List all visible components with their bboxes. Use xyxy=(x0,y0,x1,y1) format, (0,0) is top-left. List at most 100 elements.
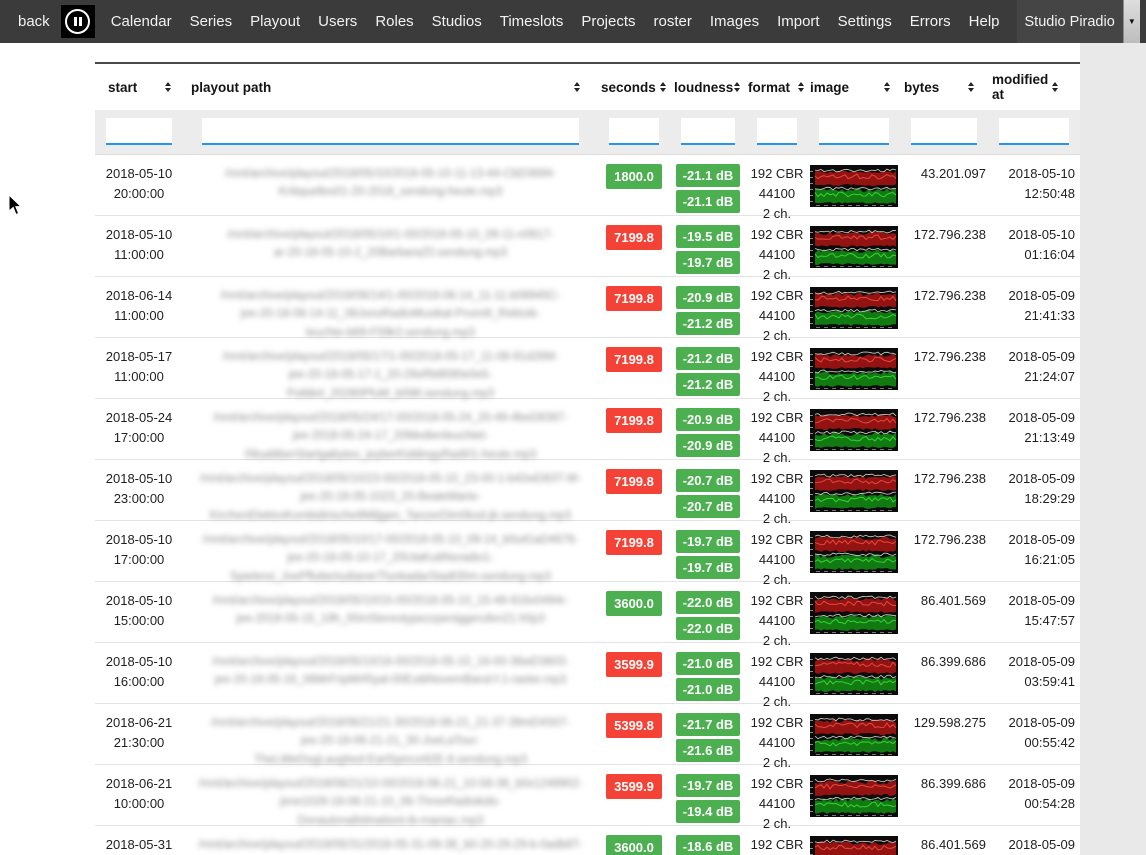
column-header-path[interactable]: playout path xyxy=(183,80,598,95)
playout-path-cell: /mnt/archive/playout/2018/05/24/17-00/20… xyxy=(183,408,598,459)
filter-input-seconds[interactable] xyxy=(609,118,659,145)
column-header-seconds[interactable]: seconds xyxy=(598,80,670,95)
table-row: 2018-05-1711:00:00/mnt/archive/playout/2… xyxy=(95,338,1080,399)
nav-item-users[interactable]: Users xyxy=(309,13,366,30)
waveform-thumbnail[interactable] xyxy=(810,775,898,817)
nav-item-images[interactable]: Images xyxy=(701,13,768,30)
filter-input-format[interactable] xyxy=(757,118,797,145)
table-row: 2018-05-1011:00:00/mnt/archive/playout/2… xyxy=(95,216,1080,277)
seconds-badge: 7199.8 xyxy=(606,408,662,433)
format-line: 2 ch. xyxy=(746,509,808,529)
modified-cell: 2018-05-0915:47:57 xyxy=(988,591,1080,642)
start-cell: 2018-06-1411:00:00 xyxy=(95,286,183,337)
playout-path-redacted-text: /mnt/archive/playout/2018/05/31/2018-05-… xyxy=(197,836,584,854)
waveform-thumbnail[interactable] xyxy=(810,226,898,268)
loudness-cell: -19.7 dB-19.7 dB xyxy=(670,530,746,581)
sort-icon[interactable] xyxy=(734,82,740,92)
path-line: /mnt/archive/playout/2018/05/10/15-00/20… xyxy=(197,592,584,610)
format-line: 44100 xyxy=(746,367,808,387)
start-date: 2018-05-10 xyxy=(95,652,183,672)
start-date: 2018-05-10 xyxy=(95,591,183,611)
modified-date: 2018-05-09 xyxy=(988,469,1075,489)
filter-input-start[interactable] xyxy=(106,118,172,145)
column-header-label: start xyxy=(108,80,137,95)
piradio-logo-icon[interactable] xyxy=(61,5,95,38)
loudness-badge: -19.5 dB xyxy=(676,225,740,248)
format-cell: 192 CBR441002 ch. xyxy=(746,469,808,520)
waveform-thumbnail[interactable] xyxy=(810,165,898,207)
sort-icon[interactable] xyxy=(574,82,580,92)
modified-cell: 2018-05-0921:13:49 xyxy=(988,408,1080,459)
waveform-thumbnail[interactable] xyxy=(810,531,898,573)
modified-date: 2018-05-09 xyxy=(988,591,1075,611)
format-cell: 192 CBR441002 ch. xyxy=(746,408,808,459)
nav-item-studios[interactable]: Studios xyxy=(423,13,491,30)
sort-icon[interactable] xyxy=(660,82,666,92)
nav-item-errors[interactable]: Errors xyxy=(901,13,960,30)
path-line: jee-20-18-05-1023_20-BeateMarie- xyxy=(197,488,584,506)
filter-cell-seconds xyxy=(598,118,670,145)
filter-input-bytes[interactable] xyxy=(911,118,977,145)
sort-icon[interactable] xyxy=(165,82,171,92)
table-row: 2018-06-2110:00:00/mnt/archive/playout/2… xyxy=(95,765,1080,826)
nav-item-series[interactable]: Series xyxy=(181,13,242,30)
nav-item-import[interactable]: Import xyxy=(768,13,829,30)
modified-cell: 2018-05-0916:21:05 xyxy=(988,530,1080,581)
sort-icon[interactable] xyxy=(884,82,890,92)
filter-input-image[interactable] xyxy=(819,118,889,145)
nav-item-timeslots[interactable]: Timeslots xyxy=(491,13,573,30)
waveform-thumbnail[interactable] xyxy=(810,836,898,855)
filter-input-loudness[interactable] xyxy=(681,118,735,145)
loudness-badge: -20.9 dB xyxy=(676,434,740,457)
loudness-badge: -21.2 dB xyxy=(676,347,740,370)
modified-date: 2018-05-09 xyxy=(988,347,1075,367)
seconds-cell: 7199.8 xyxy=(598,286,670,337)
studio-select[interactable]: Studio Piradio ▼ xyxy=(1017,0,1140,43)
filter-input-path[interactable] xyxy=(202,118,579,145)
nav-back-link[interactable]: back xyxy=(18,13,58,30)
format-line: 44100 xyxy=(746,550,808,570)
modified-cell: 2018-05-09 xyxy=(988,835,1080,855)
waveform-thumbnail[interactable] xyxy=(810,348,898,390)
modified-time: 21:13:49 xyxy=(988,428,1075,448)
waveform-thumbnail[interactable] xyxy=(810,592,898,634)
format-cell: 192 CBR441002 ch. xyxy=(746,713,808,764)
waveform-thumbnail[interactable] xyxy=(810,653,898,695)
bytes-cell: 86.399.686 xyxy=(900,652,988,703)
column-header-modified[interactable]: modified at xyxy=(988,72,1080,102)
format-line: 192 CBR xyxy=(746,591,808,611)
playout-path-redacted-text: /mnt/archive/playout/2018/05/10/17-00/20… xyxy=(197,531,584,586)
waveform-thumbnail[interactable] xyxy=(810,714,898,756)
column-header-loudness[interactable]: loudness xyxy=(670,80,746,95)
modified-cell: 2018-05-0918:29:29 xyxy=(988,469,1080,520)
nav-item-calendar[interactable]: Calendar xyxy=(102,13,181,30)
format-line: 44100 xyxy=(746,306,808,326)
playout-path-cell: /mnt/archive/playout/2018/05/10/1-00/201… xyxy=(183,225,598,276)
waveform-thumbnail[interactable] xyxy=(810,409,898,451)
nav-item-settings[interactable]: Settings xyxy=(829,13,901,30)
column-header-format[interactable]: format xyxy=(746,80,808,95)
nav-item-playout[interactable]: Playout xyxy=(241,13,309,30)
chevron-down-icon[interactable]: ▼ xyxy=(1123,0,1140,43)
sort-icon[interactable] xyxy=(1052,82,1058,92)
format-cell: 192 CBR441002 ch. xyxy=(746,164,808,215)
image-cell xyxy=(808,652,900,703)
nav-item-projects[interactable]: Projects xyxy=(572,13,644,30)
nav-item-help[interactable]: Help xyxy=(960,13,1009,30)
sort-icon[interactable] xyxy=(968,82,974,92)
filter-input-modified[interactable] xyxy=(999,118,1069,145)
path-line: /mnt/archive/playout/2018/05/10/23-00/20… xyxy=(197,470,584,488)
column-header-start[interactable]: start xyxy=(95,80,183,95)
sort-icon[interactable] xyxy=(798,82,804,92)
format-cell: 192 CBR xyxy=(746,835,808,855)
start-time: 15:00:00 xyxy=(95,611,183,631)
bytes-cell: 172.796.238 xyxy=(900,408,988,459)
waveform-thumbnail[interactable] xyxy=(810,287,898,329)
nav-item-roles[interactable]: Roles xyxy=(366,13,422,30)
playout-path-cell: /mnt/archive/playout/2018/05/31/2018-05-… xyxy=(183,835,598,855)
waveform-thumbnail[interactable] xyxy=(810,470,898,512)
column-header-image[interactable]: image xyxy=(808,80,900,95)
start-cell: 2018-05-1017:00:00 xyxy=(95,530,183,581)
column-header-bytes[interactable]: bytes xyxy=(900,80,988,95)
nav-item-roster[interactable]: roster xyxy=(645,13,701,30)
